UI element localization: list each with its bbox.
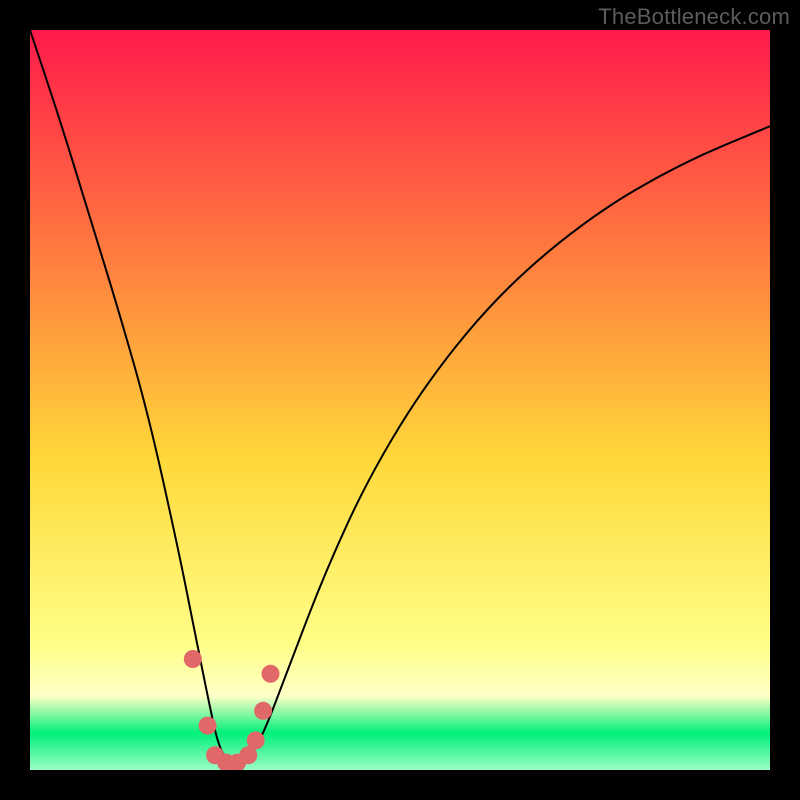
chart-frame: TheBottleneck.com bbox=[0, 0, 800, 800]
data-marker bbox=[247, 731, 265, 749]
data-marker bbox=[254, 702, 272, 720]
marker-group bbox=[184, 650, 280, 770]
data-marker bbox=[262, 665, 280, 683]
bottleneck-curve bbox=[30, 30, 770, 763]
plot-area bbox=[30, 30, 770, 770]
watermark-text: TheBottleneck.com bbox=[598, 4, 790, 30]
curve-layer bbox=[30, 30, 770, 770]
data-marker bbox=[184, 650, 202, 668]
data-marker bbox=[199, 717, 217, 735]
